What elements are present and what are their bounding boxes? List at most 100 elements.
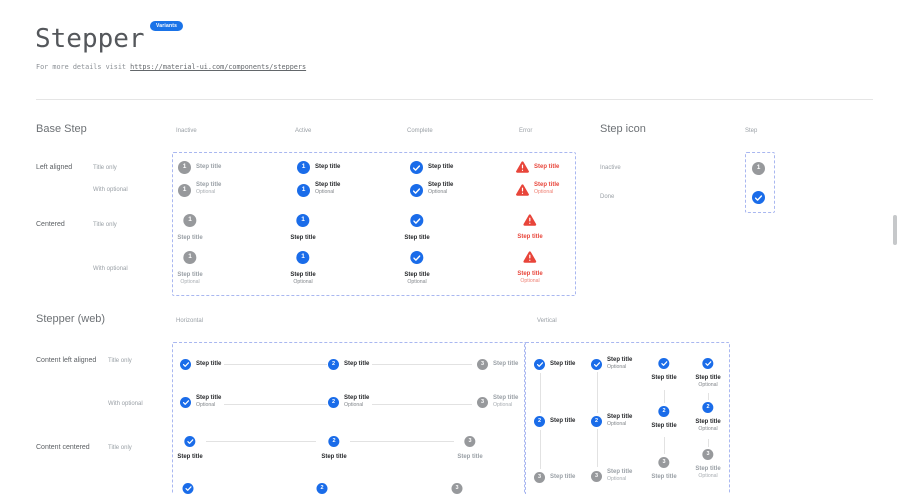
step-title: Step title bbox=[550, 361, 575, 368]
page-title: Stepper bbox=[35, 24, 145, 54]
step-inactive: 1 Step title bbox=[178, 161, 221, 174]
step-optional: Optional bbox=[698, 427, 717, 433]
step-title: Step title bbox=[177, 272, 202, 279]
step-complete: Step title bbox=[534, 359, 575, 370]
stepper-web-section-title: Stepper (web) bbox=[36, 313, 105, 325]
step-check-icon bbox=[534, 359, 545, 370]
step-check-icon bbox=[410, 161, 423, 174]
step-optional: Optional bbox=[607, 365, 632, 371]
step-title: Step title bbox=[177, 454, 202, 461]
step-complete: Step title bbox=[177, 436, 202, 461]
step-number-icon: 3 bbox=[477, 359, 488, 370]
step-title: Step title bbox=[651, 375, 676, 382]
step-title: Step title bbox=[534, 182, 559, 189]
error-warning-icon bbox=[524, 214, 537, 226]
error-warning-icon bbox=[516, 184, 529, 196]
step-inactive: 3 Step title bbox=[534, 472, 575, 483]
step-inactive: 1 Step title bbox=[177, 214, 202, 242]
step-optional: Optional bbox=[698, 474, 717, 480]
column-header-error: Error bbox=[519, 128, 532, 134]
step-complete: Step title Optional bbox=[695, 358, 720, 389]
step-optional: Optional bbox=[534, 190, 559, 196]
step-number-icon: 2 bbox=[534, 416, 545, 427]
row-label-left-aligned: Left aligned bbox=[36, 164, 72, 171]
step-number-icon: 1 bbox=[178, 161, 191, 174]
step-title: Step title bbox=[607, 357, 632, 364]
step-number-icon: 2 bbox=[659, 406, 670, 417]
step-title: Step title bbox=[695, 466, 720, 473]
step-number-icon: 1 bbox=[297, 214, 310, 227]
column-header-active: Active bbox=[295, 128, 311, 134]
step-number-icon: 3 bbox=[591, 471, 602, 482]
step-optional: Optional bbox=[520, 279, 539, 285]
base-step-variants-frame bbox=[172, 152, 576, 296]
column-header-vertical: Vertical bbox=[537, 318, 557, 324]
column-header-step: Step bbox=[745, 128, 757, 134]
step-title: Step title bbox=[404, 272, 429, 279]
connector-line bbox=[372, 404, 472, 405]
subtitle-text: For more details visit bbox=[36, 63, 130, 71]
step-title: Step title bbox=[315, 182, 340, 189]
connector-line bbox=[708, 439, 709, 447]
step-optional: Optional bbox=[293, 280, 312, 286]
step-complete: Step title Optional bbox=[404, 251, 429, 286]
step-title: Step title bbox=[321, 454, 346, 461]
connector-line bbox=[708, 393, 709, 400]
step-active: 2 Step title bbox=[328, 359, 369, 370]
step-active: 2 Step title bbox=[321, 436, 346, 461]
step-number-icon: 2 bbox=[328, 397, 339, 408]
step-title: Step title bbox=[550, 474, 575, 481]
variants-badge: Variants bbox=[150, 21, 183, 31]
step-active: 1 Step title bbox=[290, 214, 315, 242]
connector-line bbox=[224, 404, 327, 405]
step-title: Step title bbox=[651, 474, 676, 481]
step-title: Step title bbox=[196, 395, 221, 402]
row-label-centered: Centered bbox=[36, 221, 65, 228]
step-title: Step title bbox=[344, 361, 369, 368]
step-error: Step title bbox=[516, 161, 559, 173]
step-title: Step title bbox=[457, 454, 482, 461]
step-number-icon: 1 bbox=[297, 161, 310, 174]
step-optional: Optional bbox=[607, 477, 632, 483]
step-complete: Step title bbox=[410, 161, 453, 174]
step-complete bbox=[183, 483, 194, 494]
subtitle: For more details visit https://material-… bbox=[36, 63, 306, 71]
step-number-icon: 3 bbox=[659, 457, 670, 468]
step-check-icon bbox=[411, 251, 424, 264]
step-inactive: 3 Step titleOptional bbox=[591, 469, 632, 483]
connector-line bbox=[540, 430, 541, 469]
step-number-icon: 2 bbox=[703, 402, 714, 413]
step-title: Step title bbox=[607, 414, 632, 421]
step-title: Step title bbox=[290, 235, 315, 242]
step-title: Step title bbox=[534, 164, 559, 171]
step-active: 2 Step title bbox=[534, 416, 575, 427]
step-inactive: 3 Step titleOptional bbox=[477, 395, 518, 409]
step-title: Step title bbox=[344, 395, 369, 402]
step-check-icon bbox=[411, 214, 424, 227]
material-ui-link[interactable]: https://material-ui.com/components/stepp… bbox=[130, 63, 306, 71]
step-number-icon: 1 bbox=[184, 214, 197, 227]
step-inactive: 3 Step title Optional bbox=[695, 449, 720, 480]
connector-line bbox=[597, 372, 598, 413]
scrollbar-thumb[interactable] bbox=[893, 215, 897, 245]
step-title: Step title bbox=[695, 419, 720, 426]
connector-line bbox=[540, 373, 541, 413]
step-number-icon: 2 bbox=[317, 483, 328, 494]
step-number-icon: 1 bbox=[752, 162, 765, 175]
state-label-inactive: Inactive bbox=[600, 165, 621, 171]
step-title: Step title bbox=[695, 375, 720, 382]
step-inactive: 3 Step title bbox=[651, 457, 676, 481]
variant-label-title-only: Title only bbox=[108, 445, 132, 451]
connector-line bbox=[664, 437, 665, 454]
error-warning-icon bbox=[516, 161, 529, 173]
step-title: Step title bbox=[493, 395, 518, 402]
step-complete: Step titleOptional bbox=[180, 395, 221, 409]
step-title: Step title bbox=[196, 182, 221, 189]
step-inactive: 1 Step titleOptional bbox=[178, 182, 221, 197]
variant-label-with-optional: With optional bbox=[93, 266, 128, 272]
step-icon-section-title: Step icon bbox=[600, 123, 646, 135]
step-number-icon: 2 bbox=[591, 416, 602, 427]
step-complete: Step titleOptional bbox=[591, 357, 632, 371]
step-number-icon: 3 bbox=[703, 449, 714, 460]
step-title: Step title bbox=[493, 361, 518, 368]
